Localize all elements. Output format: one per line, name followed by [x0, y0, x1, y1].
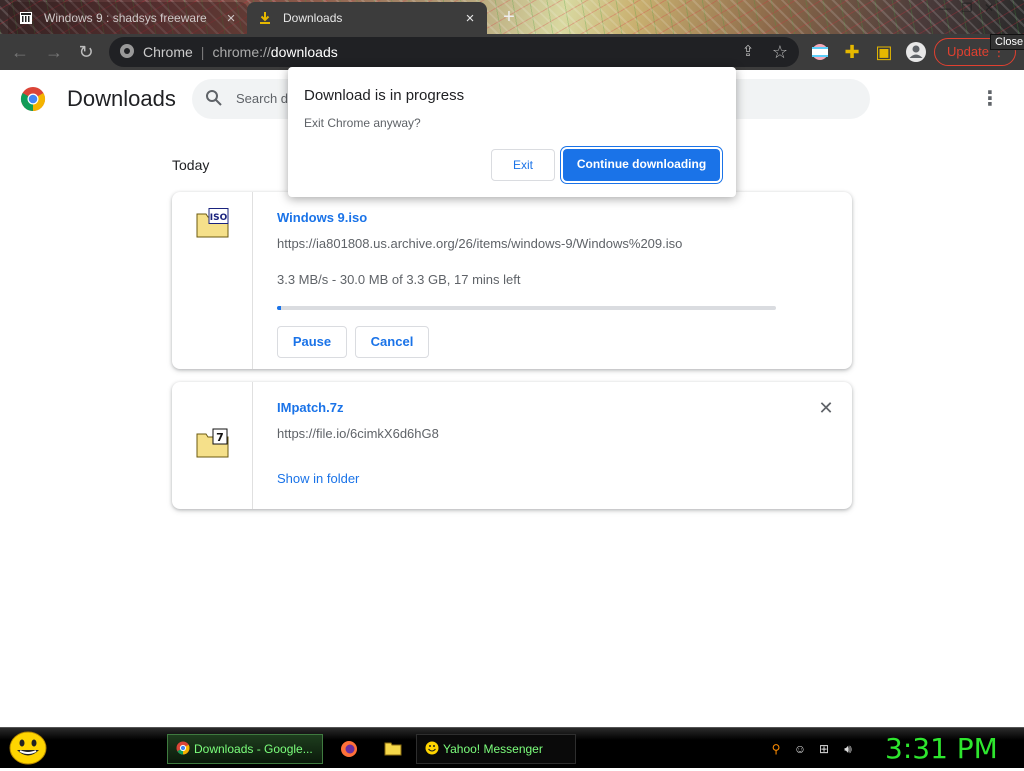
exit-button[interactable]: Exit — [491, 149, 555, 181]
taskbar-item-chrome[interactable]: Downloads - Google... — [167, 734, 323, 764]
download-url: https://file.io/6cimkX6d6hG8 — [277, 426, 439, 441]
url-scheme: chrome:// — [212, 44, 271, 60]
tab-downloads[interactable]: Downloads × — [247, 2, 487, 34]
remove-download-icon[interactable]: ✕ — [816, 398, 836, 418]
chrome-page-icon — [119, 43, 135, 62]
tab-strip: Windows 9 : shadsys freeware × Downloads… — [0, 0, 1024, 34]
show-in-folder-link[interactable]: Show in folder — [277, 471, 359, 486]
download-file-name[interactable]: IMpatch.7z — [277, 400, 343, 415]
chrome-logo-icon — [20, 86, 46, 117]
cancel-button[interactable]: Cancel — [355, 326, 429, 358]
bookmark-star-icon[interactable]: ☆ — [768, 40, 792, 64]
archive-icon — [18, 10, 34, 26]
new-tab-icon[interactable]: + — [498, 6, 520, 28]
download-url: https://ia801808.us.archive.org/26/items… — [277, 236, 683, 251]
continue-downloading-button[interactable]: Continue downloading — [563, 149, 720, 181]
7z-file-icon: 7 — [196, 428, 230, 458]
side-panel-icon[interactable]: ▣ — [872, 40, 896, 64]
tab-close-icon[interactable]: × — [459, 10, 481, 27]
date-section-label: Today — [172, 157, 210, 173]
more-menu-icon[interactable]: ⋮ — [980, 86, 1000, 112]
site-label: Chrome — [143, 44, 193, 60]
profile-avatar-icon[interactable] — [904, 40, 928, 64]
minimize-icon[interactable]: — — [934, 0, 956, 18]
tab-close-icon[interactable]: × — [220, 10, 242, 27]
extensions-puzzle-icon[interactable]: ✚ — [840, 40, 864, 64]
download-item: ISO Windows 9.iso https://ia801808.us.ar… — [172, 192, 852, 369]
close-tooltip: Close — [990, 34, 1024, 50]
tab-title: Downloads — [283, 11, 343, 25]
close-window-icon[interactable]: ✕ — [978, 0, 1000, 18]
taskbar-item-label: Yahoo! Messenger — [443, 742, 543, 756]
download-progress-bar — [277, 306, 776, 310]
volume-tray-icon[interactable]: 🔊︎ — [840, 741, 856, 757]
forward-icon[interactable]: → — [42, 40, 66, 64]
restore-icon[interactable]: ❐ — [956, 0, 978, 18]
download-status: 3.3 MB/s - 30.0 MB of 3.3 GB, 17 mins le… — [277, 272, 521, 287]
taskbar-item-yahoo-messenger[interactable]: Yahoo! Messenger — [416, 734, 576, 764]
taskbar: Downloads - Google... Yahoo! Messenger ⚲… — [0, 727, 1024, 768]
yahoo-smiley-icon — [425, 741, 439, 758]
back-icon[interactable]: ← — [8, 40, 32, 64]
update-label: Update — [947, 44, 989, 59]
share-icon[interactable]: ⇪ — [736, 40, 760, 64]
download-file-name[interactable]: Windows 9.iso — [277, 210, 367, 225]
network-tray-icon[interactable]: ⊞ — [816, 741, 832, 757]
dialog-message: Exit Chrome anyway? — [304, 116, 421, 130]
messenger-tray-icon[interactable]: ☺ — [792, 741, 808, 757]
folder-icon[interactable] — [384, 739, 402, 762]
divider — [252, 382, 253, 509]
download-item: 7 IMpatch.7z https://file.io/6cimkX6d6hG… — [172, 382, 852, 509]
search-tray-icon[interactable]: ⚲ — [768, 741, 784, 757]
download-icon — [257, 10, 273, 26]
start-button-smiley-icon[interactable] — [8, 730, 48, 771]
extension-flag-icon[interactable] — [808, 40, 832, 64]
exit-confirm-dialog: Download is in progress Exit Chrome anyw… — [288, 67, 736, 197]
taskbar-clock[interactable]: 3:31 PM — [885, 732, 998, 765]
page-title: Downloads — [67, 86, 176, 111]
iso-icon-label: ISO — [210, 213, 228, 223]
url-host: downloads — [270, 44, 338, 60]
firefox-icon[interactable] — [340, 740, 358, 763]
tab-windows9[interactable]: Windows 9 : shadsys freeware × — [8, 2, 248, 34]
divider: | — [200, 44, 205, 60]
toolbar: ← → ↻ Chrome | chrome:// downloads ⇪ ☆ ✚… — [0, 34, 1024, 70]
dialog-title: Download is in progress — [304, 87, 465, 104]
pause-button[interactable]: Pause — [277, 326, 347, 358]
reload-icon[interactable]: ↻ — [74, 40, 98, 64]
tab-title: Windows 9 : shadsys freeware — [44, 11, 207, 25]
iso-file-icon: ISO — [196, 208, 230, 238]
chrome-icon — [176, 741, 190, 758]
search-icon — [205, 89, 223, 112]
address-bar[interactable]: Chrome | chrome:// downloads — [109, 37, 799, 67]
taskbar-item-label: Downloads - Google... — [194, 742, 313, 756]
divider — [252, 192, 253, 369]
progress-fill — [277, 306, 282, 310]
7z-icon-label: 7 — [216, 431, 224, 444]
